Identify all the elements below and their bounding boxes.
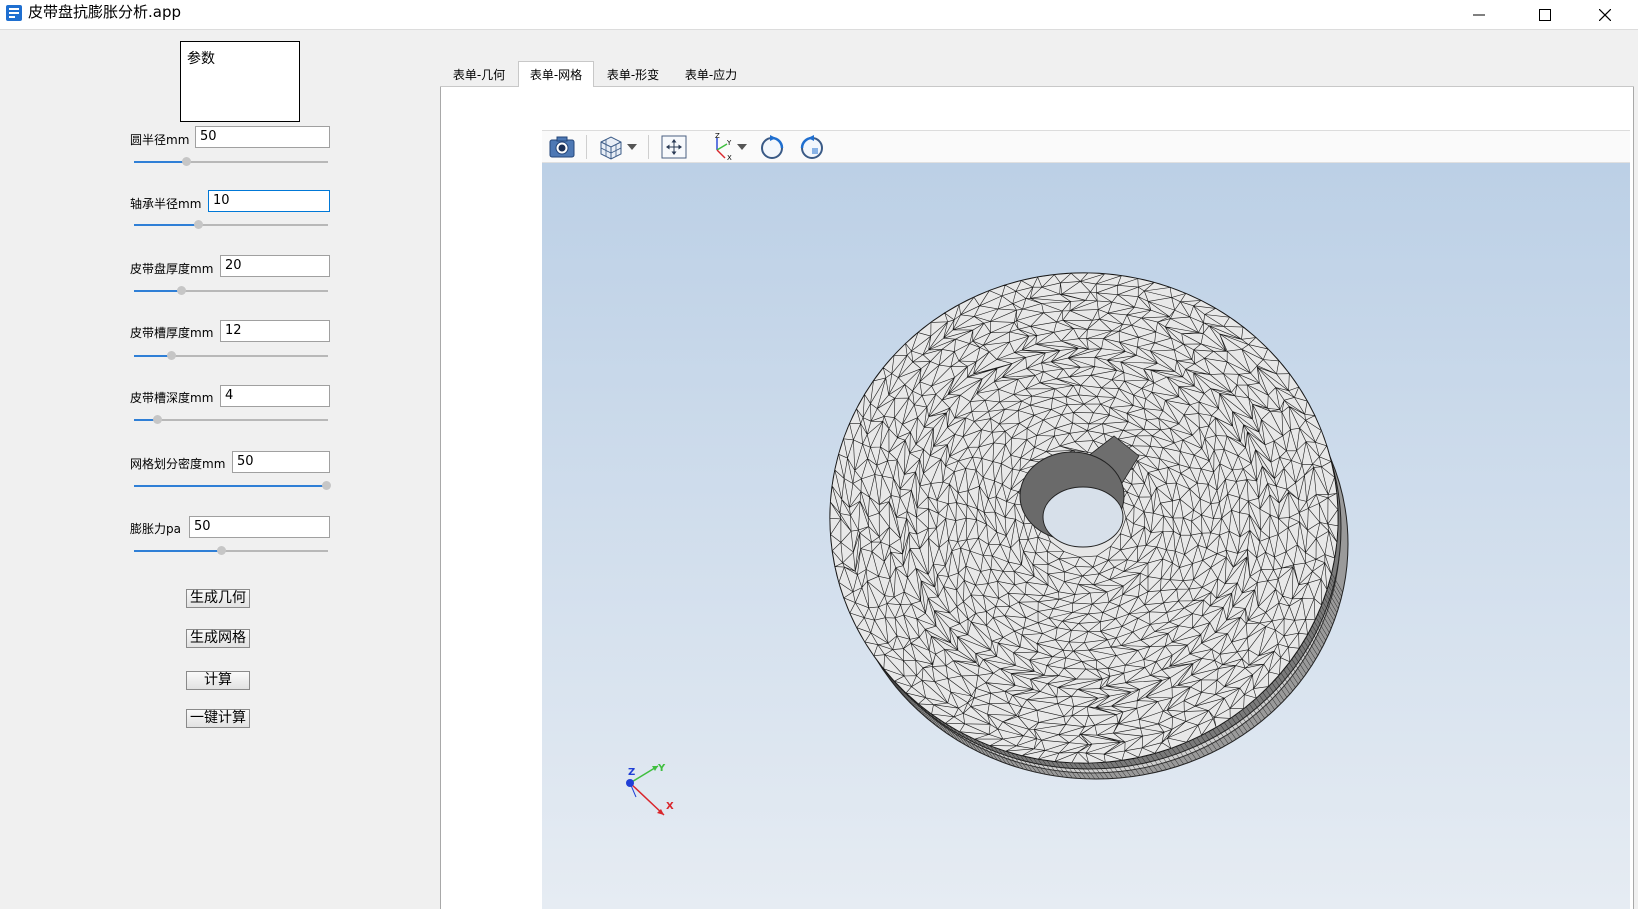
mesh-density-input[interactable]: 50 [232,451,330,473]
zoom-extents-button[interactable] [658,133,690,161]
pulley-thickness-input[interactable]: 20 [220,255,330,277]
expansion-force-label: 膨胀力pa [130,522,181,536]
groove-depth-label: 皮带槽深度mm [130,391,214,405]
rotate-ccw-button[interactable] [796,133,828,161]
cube-view-icon [600,136,622,160]
generate-geometry-button[interactable]: 生成几何 [186,589,250,608]
tabs-divider [440,86,1634,87]
params-box: 参数 [180,41,300,122]
radius-slider[interactable] [134,156,328,168]
axis-triad: Z Y X [626,763,674,816]
close-icon [1599,8,1611,21]
chevron-down-icon [737,144,747,150]
axis-y-label: Y [657,763,666,774]
groove-thickness-label: 皮带槽厚度mm [130,326,214,340]
axis-x-label: X [666,801,674,812]
groove-thickness-slider[interactable] [134,350,328,362]
compute-button[interactable]: 计算 [186,671,250,690]
rotate-cw-icon [761,135,784,159]
mesh-density-slider[interactable] [134,480,332,492]
pulley-thickness-slider[interactable] [134,285,328,297]
minimize-button[interactable] [1456,0,1502,29]
groove-depth-slider[interactable] [134,414,328,426]
svg-text:Z: Z [715,133,720,140]
close-button[interactable] [1582,0,1628,29]
mesh-viewer: Z Y X Z Y X [542,130,1630,909]
tab-stress[interactable]: 表单-应力 [676,62,746,86]
chevron-down-icon [627,144,637,150]
toolbar-separator [648,135,649,159]
expansion-force-input[interactable]: 50 [189,516,330,538]
view-cube-button[interactable] [596,133,626,161]
pulley-thickness-label: 皮带盘厚度mm [130,262,214,276]
radius-label: 圆半径mm [130,133,190,147]
svg-text:X: X [727,154,732,161]
rotate-ccw-icon [800,135,823,159]
one-click-compute-button[interactable]: 一键计算 [186,709,250,728]
rotate-cw-button[interactable] [756,133,788,161]
tab-deformation[interactable]: 表单-形变 [598,62,668,86]
bearing-radius-slider[interactable] [134,219,328,231]
window-title: 皮带盘抗膨胀分析.app [28,3,182,21]
zoom-extents-icon [661,135,687,159]
svg-text:Y: Y [726,139,732,147]
minimize-icon [1473,14,1485,15]
groove-thickness-input[interactable]: 12 [220,320,330,342]
title-bar: 皮带盘抗膨胀分析.app [0,0,1638,30]
toolbar-separator [586,135,587,159]
bearing-radius-input[interactable]: 10 [208,190,330,212]
app-icon [5,4,23,22]
maximize-icon [1539,8,1551,21]
params-box-label: 参数 [187,51,215,67]
generate-mesh-button[interactable]: 生成网格 [186,629,250,648]
axis-orientation-button[interactable]: Z Y X [706,133,736,161]
viewer-toolbar: Z Y X [542,130,1630,163]
mesh-density-label: 网格划分密度mm [130,457,226,471]
axis-orientation-icon: Z Y X [715,133,732,161]
camera-icon [549,136,575,158]
tab-geometry[interactable]: 表单-几何 [444,62,514,86]
viewport-3d[interactable]: Z Y X [542,163,1630,909]
axis-orientation-dropdown[interactable] [736,133,748,161]
expansion-force-slider[interactable] [134,545,328,557]
view-cube-dropdown[interactable] [626,133,638,161]
pulley-mesh-model [829,272,1349,780]
bearing-radius-label: 轴承半径mm [130,197,202,211]
camera-button[interactable] [546,133,578,161]
maximize-button[interactable] [1522,0,1568,29]
radius-input[interactable]: 50 [195,126,330,148]
groove-depth-input[interactable]: 4 [220,385,330,407]
tab-mesh[interactable]: 表单-网格 [518,61,594,87]
axis-z-label: Z [628,767,635,778]
